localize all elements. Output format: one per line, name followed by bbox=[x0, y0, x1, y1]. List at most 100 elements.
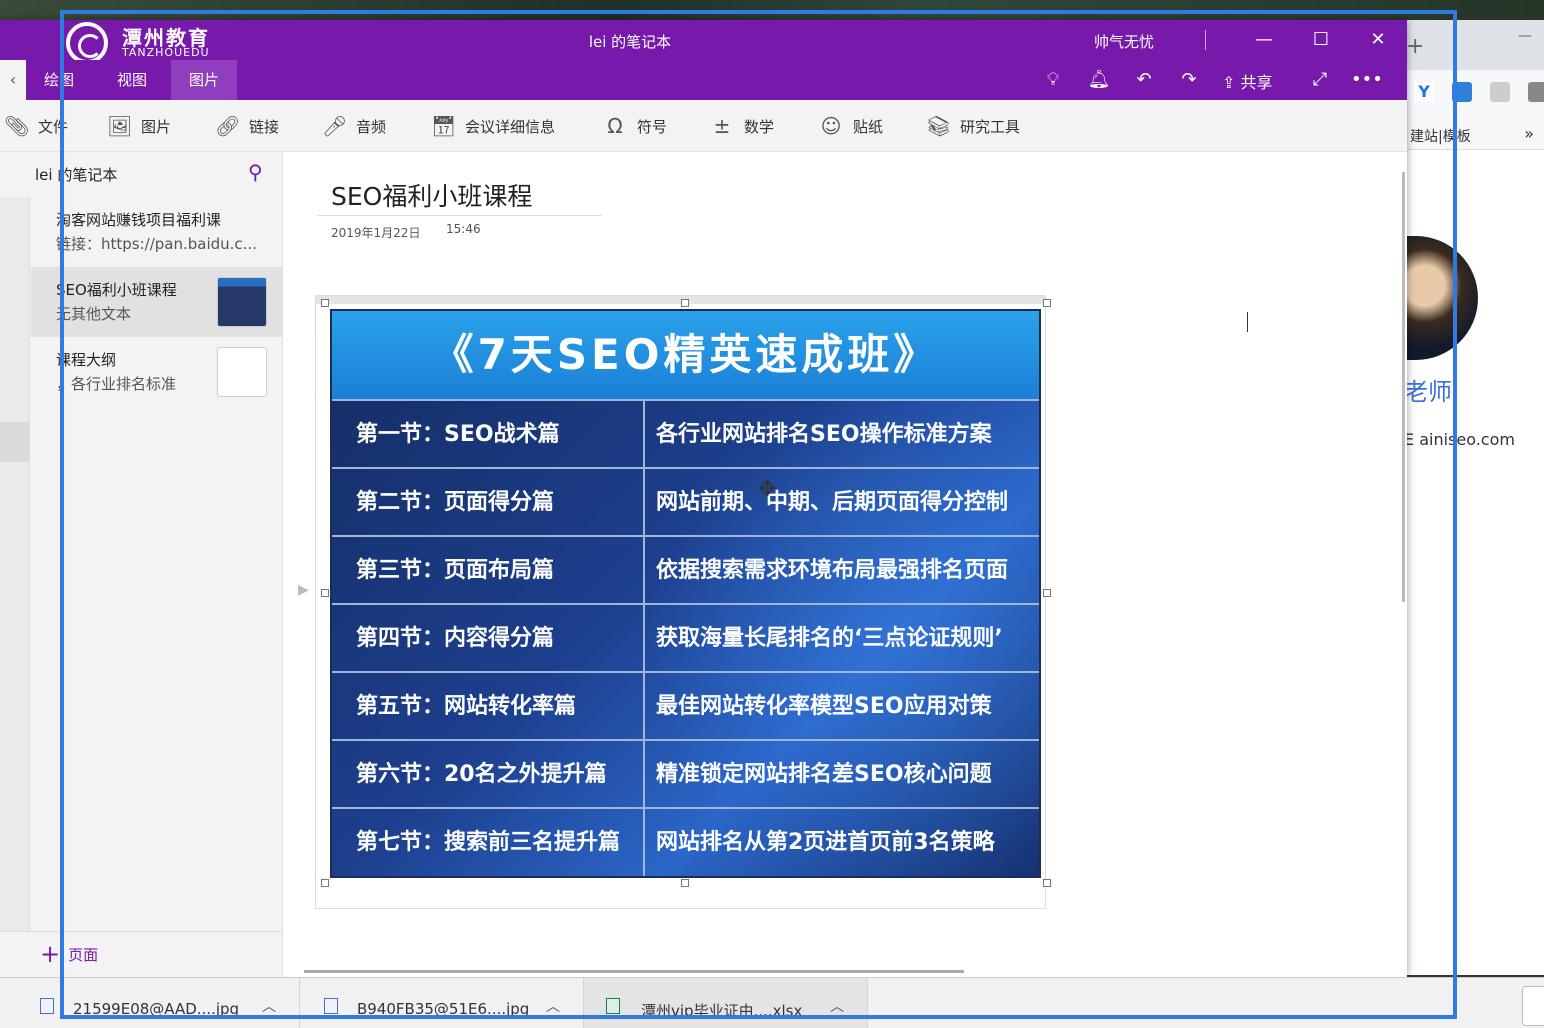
teacher-avatar bbox=[1402, 236, 1478, 360]
download-bar: 21599E08@AAD....jpg ︿ B940FB35@51E6....j… bbox=[0, 977, 1544, 1028]
section-cell: 第三节：页面布局篇 bbox=[356, 558, 555, 583]
resize-handle[interactable] bbox=[1043, 589, 1051, 597]
resize-handle[interactable] bbox=[681, 879, 689, 887]
resize-handle[interactable] bbox=[1043, 879, 1051, 887]
section-cell: 第四节：内容得分篇 bbox=[356, 626, 555, 651]
more-options-icon[interactable]: ••• bbox=[1351, 68, 1383, 92]
ribbon-link-button[interactable]: 🔗︎ 链接 bbox=[215, 112, 279, 140]
teacher-name: 老师 bbox=[1404, 378, 1452, 406]
ribbon-picture-button[interactable]: 🖼︎ 图片 bbox=[107, 112, 171, 140]
title-bar: 潭州教育 TANZHOUEDU lei 的笔记本 帅气无忧 — ☐ ✕ bbox=[0, 20, 1407, 64]
resize-handle[interactable] bbox=[321, 299, 329, 307]
ribbon-meeting-button[interactable]: 📅︎ 会议详细信息 bbox=[431, 112, 555, 140]
section-cell: 第六节：20名之外提升篇 bbox=[356, 762, 607, 787]
sidebar-divider bbox=[0, 931, 283, 932]
title-underline bbox=[317, 215, 602, 216]
tab-view[interactable]: 视图 bbox=[99, 60, 165, 100]
fullscreen-icon[interactable]: ⤢ bbox=[1307, 68, 1333, 92]
tab-picture[interactable]: 图片 bbox=[171, 60, 238, 100]
ribbon-sticker-label: 贴纸 bbox=[853, 117, 884, 136]
tab-draw[interactable]: 绘图 bbox=[26, 60, 92, 100]
resize-handle[interactable] bbox=[321, 879, 329, 887]
add-page-button[interactable]: + 页面 bbox=[40, 942, 98, 966]
table-row: 第一节：SEO战术篇 各行业网站排名SEO操作标准方案 bbox=[332, 399, 1039, 467]
page-item-preview: 链接：https://pan.baidu.c... bbox=[56, 235, 257, 253]
download-item[interactable]: 潭州vip毕业证由....xlsx ︿ bbox=[584, 978, 868, 1028]
ribbon-file-button[interactable]: 📎︎ 文件 bbox=[4, 112, 68, 140]
page-item[interactable]: 淘客网站赚钱项目福利课 链接：https://pan.baidu.c... bbox=[31, 197, 282, 267]
bookmark-mail-icon[interactable] bbox=[1490, 82, 1510, 102]
close-button[interactable]: ✕ bbox=[1363, 26, 1393, 54]
bookmark-v-icon[interactable]: Y bbox=[1414, 82, 1434, 102]
download-filename: 潭州vip毕业证由....xlsx bbox=[641, 1002, 803, 1020]
undo-icon[interactable]: ↶ bbox=[1131, 68, 1157, 92]
course-image[interactable]: 《7天SEO精英速成班》 第一节：SEO战术篇 各行业网站排名SEO操作标准方案… bbox=[330, 309, 1041, 878]
download-item[interactable]: 21599E08@AAD....jpg ︿ bbox=[0, 978, 300, 1028]
page-list: 淘客网站赚钱项目福利课 链接：https://pan.baidu.c... SE… bbox=[31, 197, 282, 407]
page-date: 2019年1月22日 bbox=[331, 226, 421, 240]
maximize-button[interactable]: ☐ bbox=[1306, 26, 1336, 54]
plus-icon: + bbox=[40, 940, 61, 968]
chevron-up-icon[interactable]: ︿ bbox=[546, 996, 560, 1016]
ribbon-research-button[interactable]: 📚︎ 研究工具 bbox=[926, 112, 1020, 140]
page-canvas[interactable]: SEO福利小班课程 2019年1月22日 15:46 ▶ 《7天SEO精英速成班… bbox=[284, 152, 1407, 977]
page-item-title: SEO福利小班课程 bbox=[56, 281, 177, 299]
bookmark-chart-icon[interactable] bbox=[1452, 82, 1472, 102]
lightbulb-icon[interactable]: 💡︎ bbox=[1040, 68, 1066, 92]
ribbon-audio-label: 音频 bbox=[356, 117, 387, 136]
table-row: 第三节：页面布局篇 依据搜索需求环境布局最强排名页面 bbox=[332, 535, 1039, 603]
logo-text-en: TANZHOUEDU bbox=[122, 46, 210, 59]
page-thumbnail bbox=[217, 347, 267, 397]
show-all-downloads-button[interactable] bbox=[1522, 986, 1544, 1026]
download-item[interactable]: B940FB35@51E6....jpg ︿ bbox=[300, 978, 584, 1028]
page-item-selected[interactable]: SEO福利小班课程 无其他文本 bbox=[31, 267, 282, 337]
page-item-title: 课程大纲 bbox=[56, 351, 117, 369]
page-thumbnail bbox=[217, 277, 267, 327]
chevron-up-icon[interactable]: ︿ bbox=[262, 996, 276, 1016]
image-file-icon bbox=[40, 998, 54, 1014]
calendar-icon: 📅︎ bbox=[431, 114, 457, 138]
resize-handle[interactable] bbox=[321, 589, 329, 597]
ribbon-symbol-button[interactable]: Ω 符号 bbox=[603, 112, 667, 140]
search-icon[interactable]: ⚲ bbox=[248, 160, 263, 184]
resize-handle[interactable] bbox=[681, 299, 689, 307]
vertical-scrollbar[interactable] bbox=[1402, 172, 1405, 602]
browser-bookmark-bar: Y 建站|模板 » bbox=[1400, 70, 1544, 150]
page-title[interactable]: SEO福利小班课程 bbox=[331, 177, 532, 213]
paragraph-handle-icon[interactable]: ▶ bbox=[298, 582, 309, 598]
back-chevron-icon[interactable]: ‹ bbox=[0, 60, 26, 100]
math-icon: ± bbox=[713, 114, 731, 138]
minimize-button[interactable]: — bbox=[1249, 26, 1279, 54]
description-cell: 获取海量长尾排名的‘三点论证规则’ bbox=[656, 626, 1003, 651]
minimize-icon[interactable]: — bbox=[1518, 28, 1532, 44]
user-name[interactable]: 帅气无忧 bbox=[1094, 31, 1154, 52]
notebook-name[interactable]: lei 的笔记本 bbox=[35, 164, 117, 185]
menu-bar: ‹ 绘图 视图 图片 💡︎ 🔔︎ ↶ ↷ ⇪ 共享 ⤢ ••• bbox=[0, 60, 1407, 100]
section-cell: 第七节：搜索前三名提升篇 bbox=[356, 830, 621, 855]
redo-icon[interactable]: ↷ bbox=[1176, 68, 1202, 92]
page-item[interactable]: 课程大纲 ，各行业排名标准 bbox=[31, 337, 282, 407]
add-page-label: 页面 bbox=[68, 945, 99, 964]
bookmark-link[interactable]: 建站|模板 bbox=[1410, 126, 1471, 146]
ribbon-math-button[interactable]: ± 数学 bbox=[710, 112, 774, 140]
share-icon: ⇪ bbox=[1222, 73, 1241, 92]
horizontal-scrollbar[interactable] bbox=[304, 970, 964, 973]
picture-icon: 🖼︎ bbox=[107, 114, 133, 138]
desktop-background bbox=[0, 0, 1544, 20]
bell-icon[interactable]: 🔔︎ bbox=[1086, 68, 1112, 92]
window-title: lei 的笔记本 bbox=[588, 33, 672, 51]
bookmark-printer-icon[interactable] bbox=[1528, 82, 1544, 102]
ribbon-sticker-button[interactable]: ☺ 贴纸 bbox=[819, 112, 883, 140]
section-cell: 第二节：页面得分篇 bbox=[356, 490, 555, 515]
new-tab-icon[interactable]: + bbox=[1406, 34, 1424, 59]
logo-mark-icon bbox=[66, 22, 108, 64]
share-button[interactable]: ⇪ 共享 bbox=[1222, 69, 1273, 93]
ribbon-meeting-label: 会议详细信息 bbox=[465, 117, 556, 136]
chevron-up-icon[interactable]: ︿ bbox=[830, 996, 844, 1016]
bookmark-more-icon[interactable]: » bbox=[1524, 124, 1534, 143]
smiley-icon: ☺ bbox=[820, 114, 842, 138]
resize-handle[interactable] bbox=[1043, 299, 1051, 307]
section-tab-selected[interactable] bbox=[0, 422, 30, 462]
onenote-window: 潭州教育 TANZHOUEDU lei 的笔记本 帅气无忧 — ☐ ✕ ‹ 绘图… bbox=[0, 20, 1407, 977]
ribbon-audio-button[interactable]: 🎤︎ 音频 bbox=[322, 112, 386, 140]
